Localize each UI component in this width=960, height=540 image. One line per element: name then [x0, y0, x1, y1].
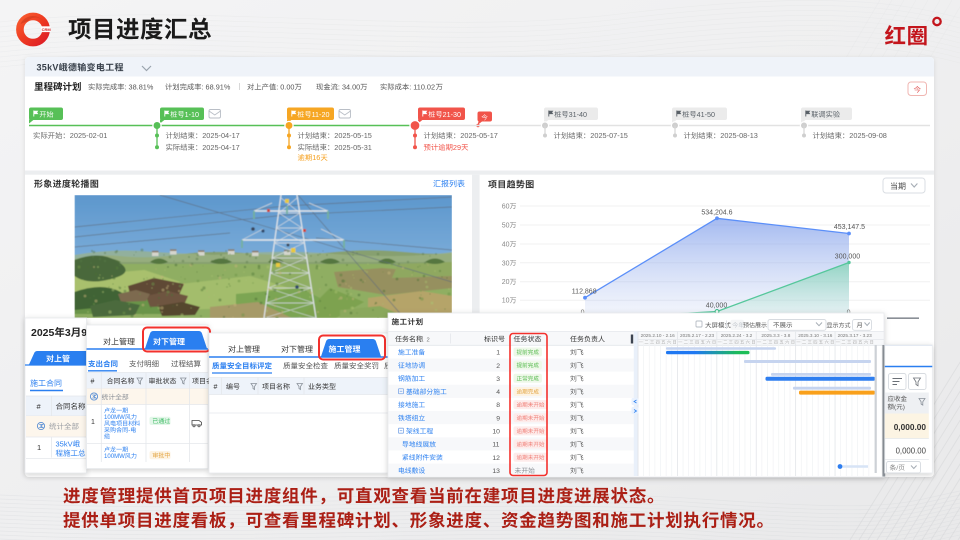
svg-text:16: 16: [312, 153, 320, 162]
svg-text:1: 1: [421, 338, 424, 344]
svg-text:453,147.5: 453,147.5: [834, 224, 865, 231]
svg-text:13: 13: [492, 468, 500, 475]
svg-text:2025-05-15: 2025-05-15: [334, 131, 372, 140]
svg-text:41-50: 41-50: [697, 110, 715, 119]
svg-text:1: 1: [37, 443, 41, 452]
svg-text:31-40: 31-40: [569, 110, 587, 119]
svg-text:1: 1: [496, 350, 500, 357]
svg-text:: 68.91%: : 68.91%: [202, 83, 231, 92]
svg-text:2025-09-08: 2025-09-08: [849, 131, 887, 140]
svg-text:100MW: 100MW: [104, 415, 125, 421]
svg-text:40,000: 40,000: [706, 302, 728, 309]
svg-text:2: 2: [496, 363, 500, 370]
svg-text:#: #: [214, 384, 218, 391]
svg-text:2025-07-15: 2025-07-15: [590, 131, 628, 140]
svg-text:50: 50: [502, 223, 510, 230]
svg-text:2025-02-01: 2025-02-01: [70, 131, 108, 140]
svg-text:0,000.00: 0,000.00: [896, 447, 927, 456]
svg-text:3: 3: [496, 376, 500, 383]
svg-text:35kV: 35kV: [37, 63, 59, 73]
svg-text:4: 4: [496, 389, 500, 396]
svg-text:/: /: [896, 465, 898, 472]
svg-text:#: #: [91, 379, 95, 386]
svg-text:-: -: [128, 428, 130, 434]
svg-text:2025.3.3 - 3.8: 2025.3.3 - 3.8: [761, 333, 790, 338]
svg-text:8: 8: [496, 402, 500, 409]
svg-text:2025-04-17: 2025-04-17: [202, 143, 240, 152]
svg-text:2025-08-13: 2025-08-13: [720, 131, 758, 140]
svg-text:10: 10: [492, 429, 500, 436]
svg-text:2025.2.17 - 2.23: 2025.2.17 - 2.23: [680, 333, 715, 338]
svg-text:30: 30: [502, 260, 510, 267]
svg-text:100MW: 100MW: [104, 454, 125, 460]
svg-text:2: 2: [427, 338, 430, 344]
svg-text:29: 29: [453, 143, 461, 152]
svg-text:11-20: 11-20: [312, 110, 330, 119]
svg-text:21-30: 21-30: [443, 110, 461, 119]
svg-text:534,204.6: 534,204.6: [701, 210, 732, 217]
svg-text:: 0.00: : 0.00: [276, 83, 294, 92]
svg-text:9: 9: [496, 415, 500, 422]
svg-text:2025-05-17: 2025-05-17: [460, 131, 498, 140]
svg-text:40: 40: [502, 242, 510, 249]
svg-text:2025-04-17: 2025-04-17: [202, 131, 240, 140]
svg-text:1: 1: [91, 419, 95, 426]
svg-text:35kV: 35kV: [56, 440, 73, 449]
svg-text:300,000: 300,000: [835, 254, 860, 261]
svg-text:11: 11: [492, 442, 499, 449]
svg-text:3: 3: [65, 327, 71, 339]
svg-text:: 34.00: : 34.00: [338, 83, 360, 92]
svg-text:112,868: 112,868: [572, 288, 597, 295]
svg-text:2025.3.10 - 3.16: 2025.3.10 - 3.16: [798, 333, 833, 338]
svg-text:0,000.00: 0,000.00: [894, 422, 927, 432]
svg-text:2025.2.10 - 2.16: 2025.2.10 - 2.16: [641, 333, 676, 338]
svg-text:CRM: CRM: [42, 27, 52, 32]
svg-text:1-10: 1-10: [185, 110, 199, 119]
svg-text:2025.2.24 - 3.2: 2025.2.24 - 3.2: [721, 333, 753, 338]
svg-text:10: 10: [502, 298, 510, 305]
svg-text:): ): [903, 404, 905, 411]
svg-text:2025.3.17 - 3.23: 2025.3.17 - 3.23: [838, 333, 873, 338]
svg-text:20: 20: [502, 279, 510, 286]
svg-text:: 38.81%: : 38.81%: [125, 83, 154, 92]
svg-text:12: 12: [492, 455, 500, 462]
svg-text:2025-05-31: 2025-05-31: [334, 143, 372, 152]
svg-text:60: 60: [502, 204, 510, 211]
svg-text:: 110.02: : 110.02: [409, 83, 435, 92]
svg-text:2025: 2025: [31, 327, 55, 339]
